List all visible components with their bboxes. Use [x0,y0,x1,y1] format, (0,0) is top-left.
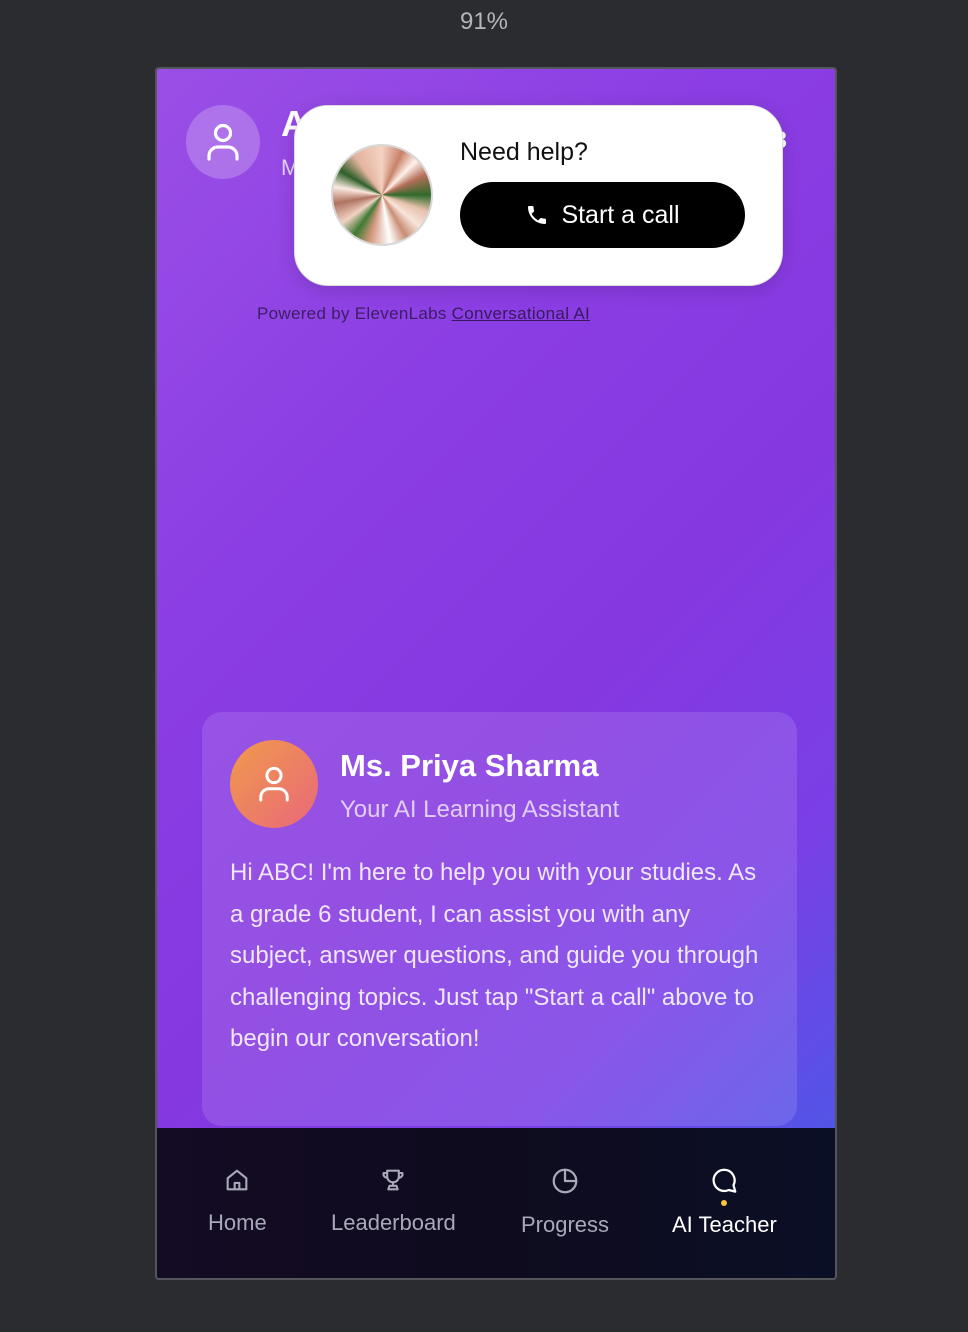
nav-label-ai-teacher: AI Teacher [672,1212,777,1237]
nav-item-ai-teacher[interactable]: AI Teacher [672,1166,777,1238]
nav-label-leaderboard: Leaderboard [331,1210,456,1235]
bottom-nav: Home Leaderboard Progress AI Teacher [157,1128,835,1278]
trophy-icon [382,1169,404,1191]
conversational-ai-link[interactable]: Conversational AI [452,304,590,323]
teacher-avatar [230,740,318,828]
teacher-card: Ms. Priya Sharma Your AI Learning Assist… [202,712,797,1126]
nav-item-home[interactable]: Home [208,1166,267,1236]
nav-item-leaderboard[interactable]: Leaderboard [331,1166,456,1236]
powered-by-text: Powered by ElevenLabs Conversational AI [157,304,835,324]
start-call-label: Start a call [561,200,680,229]
chat-bubble-icon [712,1168,737,1193]
zoom-level: 91% [459,8,509,35]
phone-icon [528,206,547,224]
start-call-button[interactable]: Start a call [460,182,745,248]
teacher-role: Your AI Learning Assistant [340,796,620,823]
active-indicator-dot [721,1200,728,1206]
help-call-widget: Need help? Start a call [294,105,783,286]
powered-by-label: Powered by ElevenLabs [257,304,452,323]
nav-item-progress[interactable]: Progress [521,1166,609,1238]
profile-avatar[interactable] [186,105,260,179]
home-icon [226,1169,248,1191]
user-icon [207,123,239,161]
teacher-welcome-message: Hi ABC! I'm here to help you with your s… [230,859,759,1052]
teacher-name: Ms. Priya Sharma [340,748,599,783]
nav-label-home: Home [208,1210,267,1235]
voice-orb [331,144,433,246]
user-icon [259,766,289,802]
app-screen: A M 3 Need help? Start a call Powered by… [155,67,837,1280]
nav-label-progress: Progress [521,1212,610,1237]
pie-chart-icon [552,1168,578,1194]
need-help-label: Need help? [460,138,588,166]
